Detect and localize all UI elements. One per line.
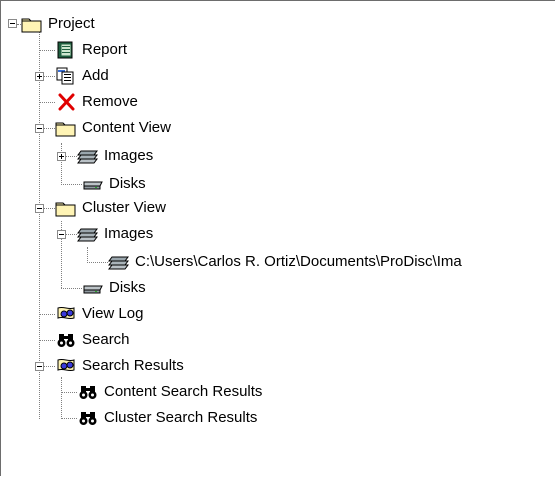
tree-node-project[interactable]: Project (21, 11, 95, 37)
tree-node-cluster-disks[interactable]: Disks (82, 275, 146, 301)
collapse-toggle[interactable] (57, 230, 66, 239)
binoculars-icon (57, 334, 75, 347)
tree-node-label: Disks (109, 279, 146, 296)
images-stack-icon (77, 228, 98, 242)
collapse-toggle[interactable] (8, 19, 17, 28)
tree-node-cluster-search-results[interactable]: Cluster Search Results (77, 405, 257, 431)
tree-connector (61, 184, 82, 185)
tree-node-label: Report (82, 41, 128, 58)
view-log-icon (57, 306, 75, 320)
images-stack-icon (77, 150, 98, 164)
tree-node-view-log[interactable]: View Log (55, 301, 143, 327)
tree-connector (39, 314, 55, 315)
tree-connector (39, 340, 55, 341)
tree-node-label: Images (104, 147, 154, 164)
tree-connector (39, 50, 55, 51)
tree-node-label: Content View (82, 119, 171, 136)
add-icon (56, 67, 74, 85)
tree-connector (39, 26, 40, 419)
remove-x-icon (58, 93, 75, 111)
tree-node-label: Images (104, 225, 154, 242)
tree-node-label: Cluster Search Results (104, 409, 258, 426)
tree-node-add[interactable]: Add (55, 63, 109, 89)
project-tree-view[interactable]: Project Report Add Remove Content View I… (0, 0, 555, 476)
tree-node-cluster-view[interactable]: Cluster View (55, 195, 166, 221)
tree-node-label: Content Search Results (104, 383, 263, 400)
tree-connector (44, 128, 55, 129)
tree-node-label: Search Results (82, 357, 184, 374)
tree-connector (44, 208, 55, 209)
tree-connector (44, 366, 55, 367)
folder-icon (55, 122, 76, 137)
tree-connector (61, 143, 62, 185)
tree-node-content-images[interactable]: Images (77, 143, 153, 169)
tree-node-label: C:\Users\Carlos R. Ortiz\Documents\ProDi… (135, 253, 462, 270)
tree-connector (44, 76, 55, 77)
tree-connector (61, 288, 82, 289)
collapse-toggle[interactable] (35, 124, 44, 133)
report-icon (57, 41, 73, 59)
search-results-icon (57, 358, 75, 372)
tree-connector (39, 102, 55, 103)
tree-node-label: Project (48, 15, 95, 32)
folder-icon (55, 202, 76, 217)
disk-icon (83, 285, 103, 294)
tree-node-content-search-results[interactable]: Content Search Results (77, 379, 262, 405)
disk-icon (83, 181, 103, 190)
expand-toggle[interactable] (57, 152, 66, 161)
tree-node-content-view[interactable]: Content View (55, 115, 171, 141)
tree-node-label: Add (82, 67, 109, 84)
tree-connector (61, 392, 77, 393)
tree-node-report[interactable]: Report (55, 37, 127, 63)
expand-toggle[interactable] (35, 72, 44, 81)
collapse-toggle[interactable] (35, 362, 44, 371)
tree-node-label: View Log (82, 305, 144, 322)
tree-connector (61, 418, 77, 419)
tree-node-cluster-images[interactable]: Images (77, 221, 153, 247)
tree-node-label: Disks (109, 175, 146, 192)
tree-connector (66, 234, 77, 235)
tree-connector (66, 156, 77, 157)
image-file-icon (108, 256, 129, 270)
tree-node-remove[interactable]: Remove (55, 89, 138, 115)
tree-node-label: Remove (82, 93, 138, 110)
tree-connector (61, 377, 62, 419)
binoculars-icon (79, 412, 97, 425)
tree-node-label: Cluster View (82, 199, 166, 216)
tree-node-search[interactable]: Search (55, 327, 130, 353)
tree-node-content-disks[interactable]: Disks (82, 171, 146, 197)
tree-node-label: Search (82, 331, 130, 348)
collapse-toggle[interactable] (35, 204, 44, 213)
binoculars-icon (79, 386, 97, 399)
tree-node-image-path[interactable]: C:\Users\Carlos R. Ortiz\Documents\ProDi… (108, 249, 462, 275)
folder-icon (21, 18, 42, 33)
tree-connector (87, 262, 108, 263)
tree-node-search-results[interactable]: Search Results (55, 353, 184, 379)
tree-connector (87, 247, 88, 263)
